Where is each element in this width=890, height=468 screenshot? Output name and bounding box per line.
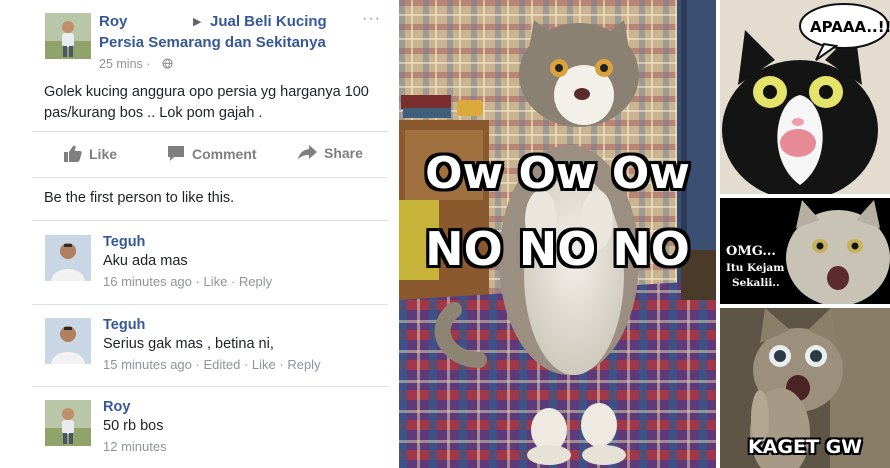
like-label: Like: [89, 145, 118, 162]
comment-text: Aku ada mas: [103, 253, 188, 269]
comment-meta: 15 minutes ago · Edited · Like · Reply: [103, 357, 321, 372]
comment-time[interactable]: 16 minutes ago: [103, 274, 192, 289]
divider: [32, 177, 388, 178]
omg-caption-line3: Sekalii..: [732, 277, 780, 289]
comment-edited-link[interactable]: Edited: [203, 357, 240, 372]
omg-caption-line1: OMG...: [726, 244, 776, 259]
share-label: Share: [324, 145, 363, 161]
divider: [32, 304, 388, 305]
meme-panel-kaget-cat: KAGET GW: [720, 308, 890, 468]
likes-summary: Be the first person to like this.: [44, 190, 235, 206]
more-options-icon[interactable]: ···: [362, 10, 381, 28]
meme-caption-line1: Ow Ow Ow: [425, 148, 690, 199]
meme-caption-line2: NO NO NO: [425, 222, 690, 276]
comment-reply-link[interactable]: Reply: [239, 274, 272, 289]
facebook-post-panel: Roy ▶ Jual Beli Kucing Persia Semarang d…: [0, 0, 398, 468]
comment-reply-link[interactable]: Reply: [287, 357, 320, 372]
kaget-caption: KAGET GW: [748, 436, 863, 458]
comment-meta: 16 minutes ago · Like · Reply: [103, 274, 273, 289]
comment-like-link[interactable]: Like: [203, 274, 227, 289]
commenter-avatar[interactable]: [45, 235, 91, 281]
meme-image-cat-standing: Ow Ow Ow NO NO NO: [399, 0, 716, 468]
divider: [32, 131, 388, 132]
commenter-avatar[interactable]: [45, 318, 91, 364]
post-timestamp[interactable]: 25 mins ·: [99, 57, 150, 71]
speech-bubble-text: APAAA..!!: [810, 18, 890, 36]
comment-label: Comment: [192, 145, 257, 162]
meme-panel-shocked-tuxedo-cat: APAAA..!!: [720, 0, 890, 194]
meme-panel-omg-cat: OMG... Itu Kejam Sekalii..: [720, 198, 890, 304]
group-name-line1[interactable]: Jual Beli Kucing: [210, 13, 327, 30]
like-button[interactable]: Like: [64, 145, 117, 162]
divider: [32, 386, 388, 387]
comment-like-link[interactable]: Like: [252, 357, 276, 372]
comment-time[interactable]: 15 minutes ago: [103, 357, 192, 372]
post-body-text: Golek kucing anggura opo persia yg harga…: [44, 84, 369, 121]
group-name-line2[interactable]: Persia Semarang dan Sekitanya: [99, 34, 326, 51]
post-author-name[interactable]: Roy: [99, 13, 127, 30]
share-icon: [298, 145, 317, 160]
commenter-avatar[interactable]: [45, 400, 91, 446]
share-button[interactable]: Share: [298, 145, 363, 161]
author-avatar[interactable]: [45, 13, 91, 59]
comment-author[interactable]: Teguh: [103, 317, 145, 333]
omg-caption-line2: Itu Kejam: [726, 262, 785, 274]
comment-text: Serius gak mas , betina ni,: [103, 336, 274, 352]
thumbs-up-icon: [64, 145, 82, 162]
shared-to-arrow-icon: ▶: [193, 16, 202, 28]
comment-text: 50 rb bos: [103, 418, 164, 434]
divider: [32, 220, 388, 221]
globe-icon: [162, 58, 173, 69]
comment-author[interactable]: Roy: [103, 399, 130, 415]
comment-time[interactable]: 12 minutes: [103, 439, 167, 454]
comment-icon: [168, 146, 184, 161]
comment-button[interactable]: Comment: [167, 145, 257, 162]
comment-author[interactable]: Teguh: [103, 234, 145, 250]
